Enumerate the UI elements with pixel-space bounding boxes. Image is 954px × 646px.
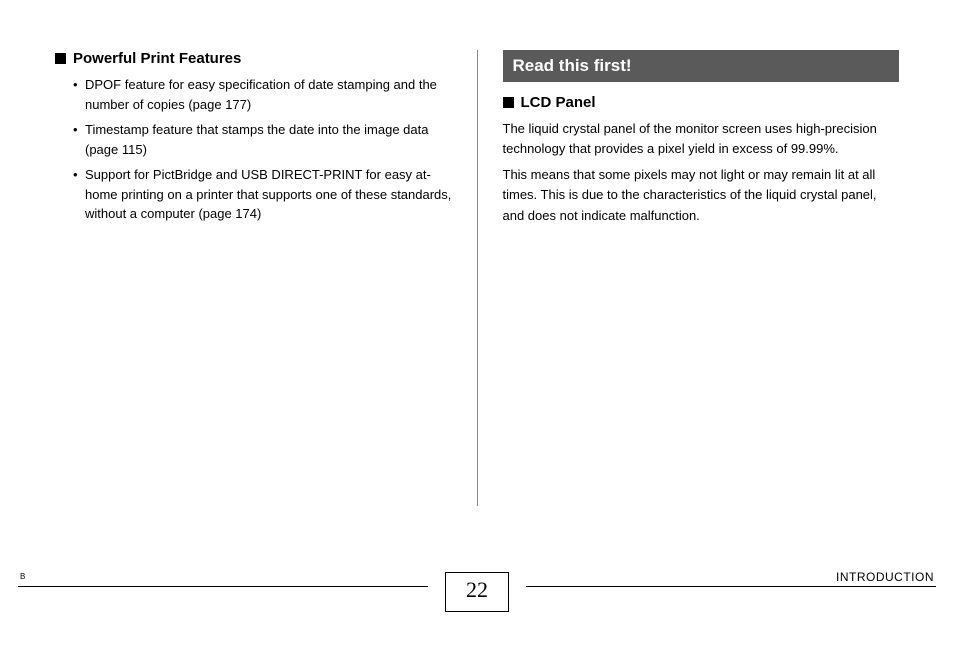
footer-section-label: INTRODUCTION: [836, 570, 934, 584]
left-heading-text: Powerful Print Features: [73, 50, 241, 67]
square-bullet-icon: [55, 53, 66, 64]
right-heading: LCD Panel: [503, 94, 900, 111]
left-heading: Powerful Print Features: [55, 50, 452, 67]
square-bullet-icon: [503, 97, 514, 108]
right-column: Read this first! LCD Panel The liquid cr…: [488, 50, 900, 506]
page-footer: B 22 INTRODUCTION: [0, 586, 954, 636]
page-number-box: 22: [445, 572, 509, 612]
footer-rule-right: [526, 586, 936, 587]
feature-list: DPOF feature for easy specification of d…: [55, 75, 452, 224]
column-divider: [477, 50, 478, 506]
page-number: 22: [466, 577, 488, 602]
list-item: DPOF feature for easy specification of d…: [73, 75, 452, 114]
right-heading-text: LCD Panel: [521, 94, 596, 111]
left-column: Powerful Print Features DPOF feature for…: [55, 50, 467, 506]
page-body: Powerful Print Features DPOF feature for…: [0, 0, 954, 576]
list-item: Timestamp feature that stamps the date i…: [73, 120, 452, 159]
banner-text: Read this first!: [513, 56, 632, 75]
footer-rule-left: [18, 586, 428, 587]
paragraph: The liquid crystal panel of the monitor …: [503, 119, 900, 159]
read-first-banner: Read this first!: [503, 50, 900, 82]
paragraph: This means that some pixels may not ligh…: [503, 165, 900, 225]
footer-mark-left: B: [20, 572, 25, 581]
list-item: Support for PictBridge and USB DIRECT-PR…: [73, 165, 452, 224]
